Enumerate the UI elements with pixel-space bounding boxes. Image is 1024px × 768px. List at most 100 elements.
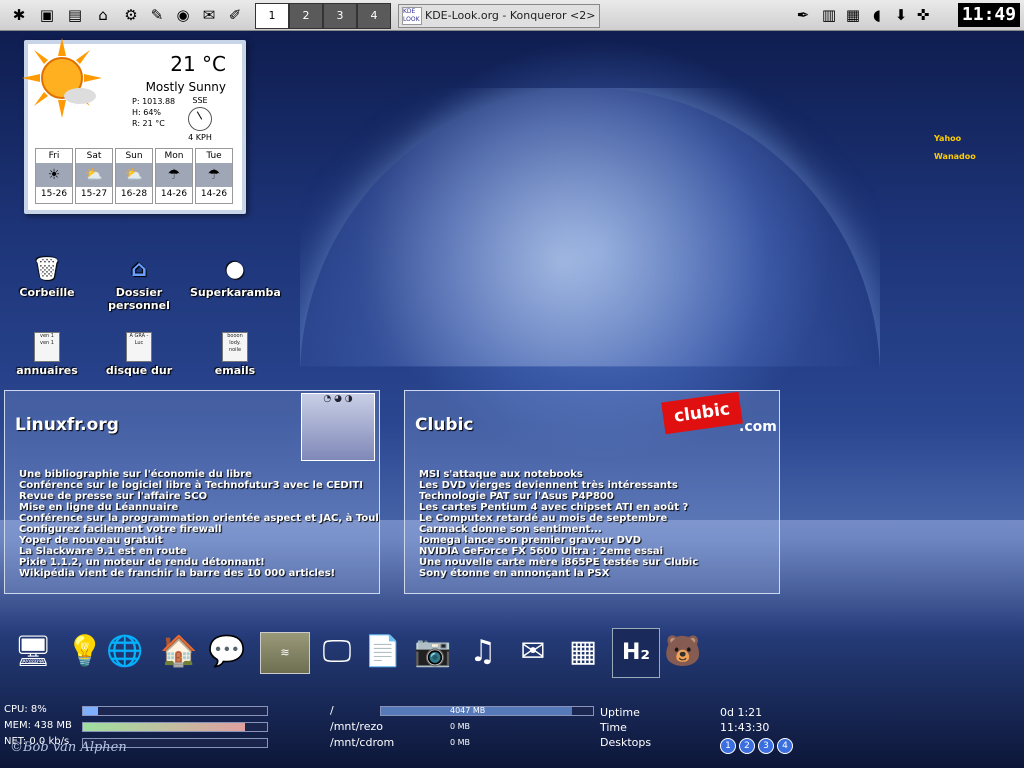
bear-icon[interactable]: 🐻 [660,628,706,676]
clubic-headline[interactable]: Les cartes Pentium 4 avec chipset ATI en… [419,502,769,513]
help-chat-icon[interactable]: 💬 [204,628,250,676]
task-title: KDE-Look.org - Konqueror <2> [425,9,596,22]
linuxfr-headline[interactable]: Wikipédia vient de franchir la barre des… [19,568,379,579]
clubic-logo: clubic [661,391,743,435]
home-icon[interactable]: 🏠 [156,628,202,676]
clubic-headline[interactable]: Les DVD vierges deviennent très intéress… [419,480,769,491]
linuxfr-headline[interactable]: Pixie 1.1.2, un moteur de rendu détonnan… [19,557,379,568]
linuxfr-headline[interactable]: Une bibliographie sur l'économie du libr… [19,469,379,480]
wanadoo-status[interactable]: Wanadoo [934,148,976,166]
task-konqueror[interactable]: KDE LOOK KDE-Look.org - Konqueror <2> [398,4,600,28]
desktop-icon-home-folder[interactable]: ⌂ Dossier personnel [94,256,184,312]
weather-temperature: 21 °C [170,52,226,76]
kicker-taskbar: ✱ ▣ ▤ ⌂ ⚙ ✎ ◉ ✉ ✐ 1 2 3 4 KDE LOOK KDE-Lo… [0,0,1024,31]
clubic-news-panel: Clubic clubic .com MSI s'attaque aux not… [404,390,780,594]
desktop-icon[interactable]: ▣ [36,4,58,26]
linuxfr-headline[interactable]: Conférence sur la programmation orientée… [19,513,379,524]
monitor-icon[interactable]: 🖵 [314,628,360,676]
clubic-headline[interactable]: NVIDIA GeForce FX 5600 Ultra : 2eme essa… [419,546,769,557]
thunderstorm-icon: ☂ [196,163,232,187]
trash-icon: 🗑 [33,257,61,282]
network-icon[interactable]: ✜ [912,4,934,26]
clubic-title[interactable]: Clubic [415,415,473,435]
linuxfr-headline[interactable]: Configurez facilement votre firewall [19,524,379,535]
weather-condition: Mostly Sunny [145,80,226,94]
cpu-label: CPU: 8% [4,704,47,715]
weather-humidity: H: 64% [132,108,162,117]
mem-bar [82,722,268,732]
h2-icon[interactable]: H₂ [612,628,660,678]
clubic-headline[interactable]: Carmack donne son sentiment... [419,524,769,535]
pager-desktop-3[interactable]: 3 [323,3,357,29]
clubic-headline[interactable]: Sony étonne en annonçant la PSX [419,568,769,579]
clubic-headline[interactable]: Une nouvelle carte mère i865PE testée su… [419,557,769,568]
linuxfr-headline[interactable]: Mise en ligne du Léannuaire [19,502,379,513]
linuxfr-headline[interactable]: Conférence sur le logiciel libre à Techn… [19,480,379,491]
pager-desktop-2[interactable]: 2 [289,3,323,29]
documents-icon[interactable]: 📄 [360,628,406,676]
pager-desktop-4[interactable]: 4 [357,3,391,29]
klipper-icon[interactable]: ▥ [818,4,840,26]
desktop-button-2[interactable]: 2 [739,738,755,754]
desktop-icon-emails[interactable]: booon lody. noile emails [190,332,280,377]
forecast-day: Sun ⛅ 16-28 [115,148,153,204]
desktop-icon-superkaramba[interactable]: ● Superkaramba [190,256,281,299]
pen-icon[interactable]: ✒ [792,4,814,26]
globe-icon[interactable]: 🌐 [102,628,148,676]
desktop-switcher: 1234 [720,738,796,754]
weather-wind: SSE 4 KPH [188,96,212,142]
text-document-icon: ven 1 ven 1 [34,332,60,362]
mail-icon[interactable]: ✉ [510,628,556,676]
control-center-icon[interactable]: ⚙ [120,4,142,26]
forecast-range: 16-28 [120,189,148,199]
weather-widget: 21 °C Mostly Sunny P: 1013.88 H: 64% R: … [22,38,246,214]
launcher-dock: 🖥 💡 🌐 🏠 💬 ≋ 🖵 📄 📷 ♫ ✉ ▦ H₂ 🐻 [0,628,1024,682]
desktop-icon-disque-dur[interactable]: A GRA - Luc disque dur [94,332,184,377]
clubic-headline[interactable]: MSI s'attaque aux notebooks [419,469,769,480]
disk-rezo-size: 0 MB [450,722,471,731]
desktop-button-3[interactable]: 3 [758,738,774,754]
volume-icon[interactable]: ◖ [866,4,888,26]
browser-icon[interactable]: ✎ [146,4,168,26]
mail-icon[interactable]: ✉ [198,4,220,26]
forecast-day-name: Mon [156,149,192,163]
download-icon[interactable]: ⬇ [890,4,912,26]
camera-icon[interactable]: 📷 [410,628,456,676]
linuxfr-title[interactable]: Linuxfr.org [15,415,119,435]
clubic-headline[interactable]: Technologie PAT sur l'Asus P4P800 [419,491,769,502]
pager-desktop-1[interactable]: 1 [255,3,289,29]
music-icon[interactable]: ♫ [460,628,506,676]
clubic-headlines: MSI s'attaque aux notebooks Les DVD vierg… [419,469,769,579]
linuxfr-headlines: Une bibliographie sur l'économie du libr… [19,469,379,579]
network-config-icon[interactable]: ▦ [560,628,606,676]
help-icon[interactable]: ◉ [172,4,194,26]
text-document-icon: booon lody. noile [222,332,248,362]
desktop-icon-label: disque dur [105,364,173,377]
system-monitor: CPU: 8% MEM: 438 MB NET: 0.0 kb/s ©Bob v… [0,700,1024,768]
desktop-icon-trash[interactable]: 🗑 Corbeille [2,256,92,299]
home-icon[interactable]: ⌂ [92,4,114,26]
calendar-icon[interactable]: ▦ [842,4,864,26]
clubic-logo-com: .com [739,419,777,435]
disk-root-size: 4047 MB [450,706,486,715]
kde-menu-icon[interactable]: ✱ [8,4,30,26]
panel-applet-icon[interactable]: ≋ [260,632,310,674]
home-folder-icon: ⌂ [131,257,147,282]
weather-forecast: Fri ☀ 15-26 Sat ⛅ 15-27 Sun ⛅ 16-28 Mon ☂ 14-26 … [34,148,234,204]
clock[interactable]: 11:49 [958,3,1020,27]
linuxfr-headline[interactable]: La Slackware 9.1 est en route [19,546,379,557]
linuxfr-headline[interactable]: Yoper de nouveau gratuit [19,535,379,546]
computer-icon[interactable]: 🖥 [10,628,56,676]
linuxfr-headline[interactable]: Revue de presse sur l'affaire SCO [19,491,379,502]
forecast-range: 15-27 [80,189,108,199]
desktop-button-4[interactable]: 4 [777,738,793,754]
forecast-range: 14-26 [160,189,188,199]
tools-icon[interactable]: ✐ [224,4,246,26]
yahoo-status[interactable]: Yahoo [934,130,976,148]
clubic-headline[interactable]: Iomega lance son premier graveur DVD [419,535,769,546]
desktop-icon-annuaires[interactable]: ven 1 ven 1 annuaires [2,332,92,377]
disk-cdrom-mount: /mnt/cdrom [330,736,395,749]
clubic-headline[interactable]: Le Computex retardé au mois de septembre [419,513,769,524]
desktop-button-1[interactable]: 1 [720,738,736,754]
konsole-icon[interactable]: ▤ [64,4,86,26]
